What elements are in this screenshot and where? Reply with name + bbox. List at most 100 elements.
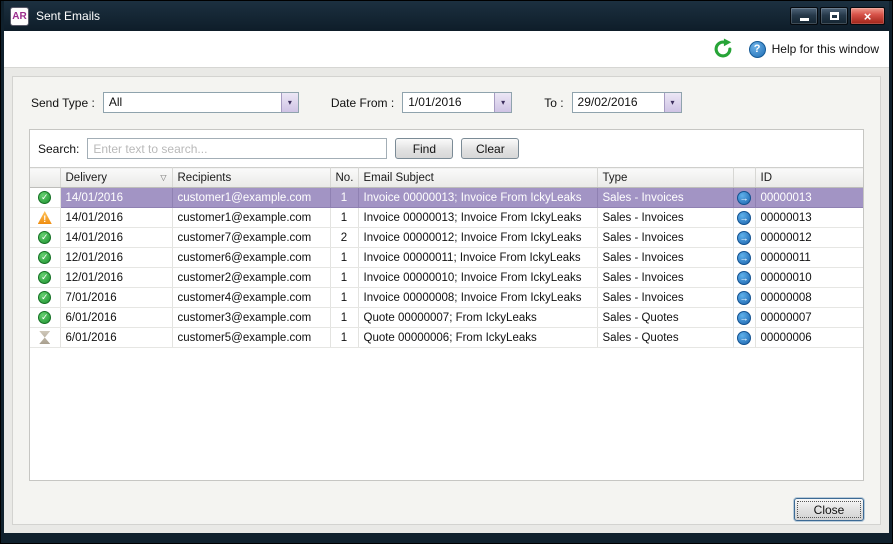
cell-type: Sales - Invoices — [597, 287, 734, 308]
email-row[interactable]: ! 14/01/2016 customer1@example.com 1 Inv… — [30, 207, 863, 228]
email-row[interactable]: ✓ 12/01/2016 customer6@example.com 1 Inv… — [30, 247, 863, 268]
delivery-status-icon: ✓ — [38, 191, 52, 204]
clear-button[interactable]: Clear — [461, 138, 520, 159]
refresh-button[interactable] — [711, 37, 735, 61]
date-to-dropdown[interactable]: 29/02/2016 ▾ — [571, 92, 682, 113]
cell-no: 1 — [330, 207, 359, 228]
help-icon: ? — [748, 40, 766, 58]
send-type-label: Send Type : — [31, 95, 95, 110]
cell-recipients: customer7@example.com — [172, 227, 331, 248]
email-row[interactable]: ✓ 12/01/2016 customer2@example.com 1 Inv… — [30, 267, 863, 288]
email-row[interactable]: ✓ 14/01/2016 customer1@example.com 1 Inv… — [30, 187, 863, 208]
minimize-button[interactable] — [790, 7, 818, 25]
delivery-status-icon: ✓ — [38, 311, 52, 324]
open-cell: → — [733, 187, 756, 208]
header-open — [733, 167, 756, 188]
cell-subject: Invoice 00000013; Invoice From IckyLeaks — [358, 207, 598, 228]
window-close-button[interactable]: × — [850, 7, 885, 25]
chevron-down-icon[interactable]: ▾ — [663, 93, 681, 112]
cell-subject: Quote 00000007; From IckyLeaks — [358, 307, 598, 328]
header-recipients[interactable]: Recipients — [172, 167, 331, 188]
search-input[interactable] — [87, 138, 388, 159]
filter-icon[interactable]: ▽ — [160, 173, 166, 182]
content-area: Send Type : All ▾ Date From : 1/01/2016 … — [4, 68, 889, 533]
delivery-status-icon: ✓ — [38, 271, 52, 284]
open-cell: → — [733, 287, 756, 308]
cell-delivery: 7/01/2016 — [60, 287, 173, 308]
cell-recipients: customer5@example.com — [172, 327, 331, 348]
open-cell: → — [733, 247, 756, 268]
header-delivery[interactable]: Delivery ▽ — [60, 167, 173, 188]
app-logo-icon: AR — [10, 6, 29, 26]
email-row[interactable]: ✓ 7/01/2016 customer4@example.com 1 Invo… — [30, 287, 863, 308]
filter-row: Send Type : All ▾ Date From : 1/01/2016 … — [13, 77, 880, 126]
cell-no: 1 — [330, 187, 359, 208]
cell-no: 2 — [330, 227, 359, 248]
header-id[interactable]: ID — [755, 167, 863, 188]
cell-type: Sales - Invoices — [597, 207, 734, 228]
cell-delivery: 14/01/2016 — [60, 227, 173, 248]
header-subject[interactable]: Email Subject — [358, 167, 598, 188]
open-email-icon[interactable]: → — [737, 310, 751, 325]
header-type[interactable]: Type — [597, 167, 734, 188]
date-from-dropdown[interactable]: 1/01/2016 ▾ — [402, 92, 513, 113]
cell-id: 00000013 — [755, 207, 863, 228]
delivery-status-icon: ✓ — [38, 251, 52, 264]
date-from-label: Date From : — [330, 95, 395, 110]
cell-subject: Invoice 00000012; Invoice From IckyLeaks — [358, 227, 598, 248]
cell-delivery: 6/01/2016 — [60, 327, 173, 348]
search-row: Search: Find Clear — [30, 130, 863, 167]
titlebar: AR Sent Emails × — [4, 1, 889, 31]
open-email-icon[interactable]: → — [737, 290, 751, 305]
find-button[interactable]: Find — [395, 138, 454, 159]
maximize-button[interactable] — [820, 7, 848, 25]
cell-subject: Quote 00000006; From IckyLeaks — [358, 327, 598, 348]
email-row[interactable]: 6/01/2016 customer5@example.com 1 Quote … — [30, 327, 863, 348]
open-email-icon[interactable]: → — [737, 270, 751, 285]
chevron-down-icon[interactable]: ▾ — [280, 93, 298, 112]
cell-id: 00000011 — [755, 247, 863, 268]
window-title: Sent Emails — [36, 9, 101, 23]
send-type-dropdown[interactable]: All ▾ — [102, 92, 299, 113]
open-email-icon[interactable]: → — [737, 210, 751, 225]
cell-type: Sales - Invoices — [597, 227, 734, 248]
open-email-icon[interactable]: → — [737, 250, 751, 265]
sent-emails-window: AR Sent Emails × ? Help for this window — [0, 0, 893, 544]
header-status — [30, 167, 61, 188]
cell-subject: Invoice 00000010; Invoice From IckyLeaks — [358, 267, 598, 288]
cell-subject: Invoice 00000008; Invoice From IckyLeaks — [358, 287, 598, 308]
delivery-status-icon — [39, 331, 51, 344]
cell-type: Sales - Quotes — [597, 307, 734, 328]
cell-id: 00000006 — [755, 327, 863, 348]
help-link[interactable]: ? Help for this window — [748, 40, 879, 58]
cell-type: Sales - Quotes — [597, 327, 734, 348]
sent-emails-table: Delivery ▽ Recipients No. Email Subject … — [30, 167, 863, 348]
open-cell: → — [733, 207, 756, 228]
cell-recipients: customer1@example.com — [172, 187, 331, 208]
open-email-icon[interactable]: → — [737, 190, 751, 205]
cell-id: 00000007 — [755, 307, 863, 328]
cell-recipients: customer3@example.com — [172, 307, 331, 328]
chevron-down-icon[interactable]: ▾ — [494, 93, 512, 112]
help-label: Help for this window — [771, 42, 879, 56]
status-cell — [30, 327, 61, 348]
cell-no: 1 — [330, 307, 359, 328]
open-cell: → — [733, 307, 756, 328]
status-cell: ! — [30, 207, 61, 228]
cell-no: 1 — [330, 327, 359, 348]
header-no[interactable]: No. — [330, 167, 359, 188]
minimize-icon — [799, 18, 809, 21]
email-row[interactable]: ✓ 14/01/2016 customer7@example.com 2 Inv… — [30, 227, 863, 248]
open-email-icon[interactable]: → — [737, 330, 751, 345]
cell-type: Sales - Invoices — [597, 247, 734, 268]
email-row[interactable]: ✓ 6/01/2016 customer3@example.com 1 Quot… — [30, 307, 863, 328]
cell-id: 00000010 — [755, 267, 863, 288]
cell-recipients: customer1@example.com — [172, 207, 331, 228]
main-panel: Send Type : All ▾ Date From : 1/01/2016 … — [12, 76, 881, 525]
open-email-icon[interactable]: → — [737, 230, 751, 245]
close-button[interactable]: Close — [794, 498, 864, 521]
cell-delivery: 6/01/2016 — [60, 307, 173, 328]
open-cell: → — [733, 327, 756, 348]
search-label: Search: — [38, 141, 80, 156]
window-body: ? Help for this window Send Type : All ▾… — [4, 31, 889, 533]
